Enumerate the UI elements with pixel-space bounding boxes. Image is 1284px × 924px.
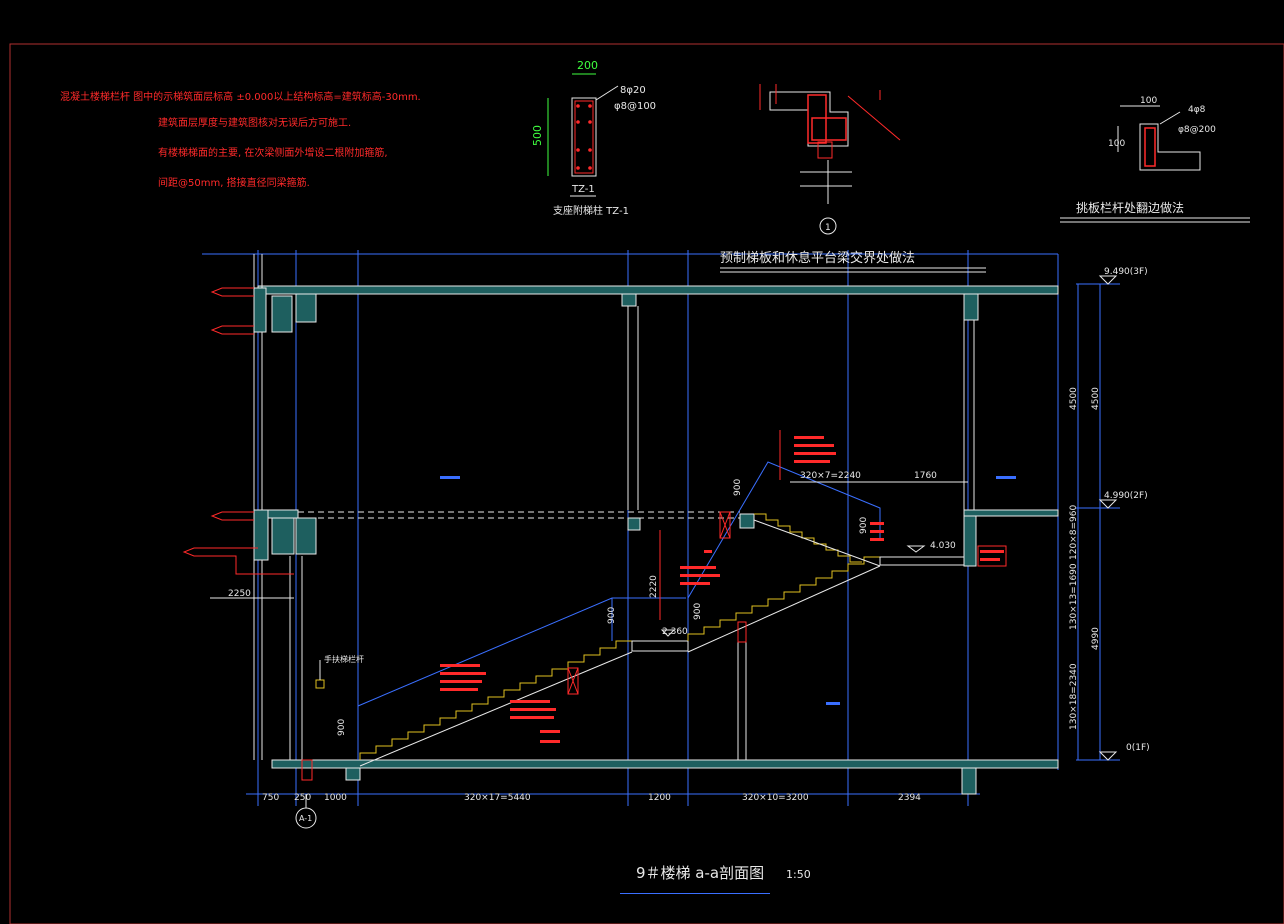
- column-section-detail: [547, 73, 619, 197]
- hdim-250: 250: [294, 793, 311, 803]
- slab-mid: [257, 509, 1059, 567]
- dim-900d: 900: [607, 607, 617, 624]
- note-line-3: 有楼梯梯面的主要, 在次梁侧面外增设二根附加箍筋,: [158, 148, 388, 159]
- note-line-2: 建筑面层厚度与建筑图核对无误后方可施工.: [158, 118, 352, 129]
- drawing-title: 9＃楼梯 a-a剖面图: [636, 864, 765, 882]
- edge-dim-1: 100: [1140, 96, 1157, 106]
- note-line-1: 混凝土楼梯栏杆 图中的示梯筑面层标高 ±0.000以上结构标高=建筑标高-30m…: [60, 92, 421, 103]
- left-wall: [253, 254, 303, 760]
- vdim-960: 120×8=960: [1069, 505, 1079, 560]
- upper-flight-dim: 320×7=2240: [800, 471, 861, 481]
- column-rebar-main: 8φ20: [620, 85, 646, 96]
- edge-caption: 挑板栏杆处翻边做法: [1076, 200, 1184, 215]
- edge-rebar-2: φ8@200: [1178, 125, 1216, 135]
- title-underline: [620, 893, 770, 894]
- right-landing: [879, 556, 965, 566]
- axis-tag: A-1: [299, 814, 312, 823]
- edge-rebar-1: 4φ8: [1188, 105, 1206, 115]
- upper-landing-dim: 1760: [914, 471, 937, 481]
- vdim-1690: 130×13=1690: [1069, 563, 1079, 630]
- hdim-2394: 2394: [898, 793, 921, 803]
- dim-900e: 900: [337, 719, 347, 736]
- level-landing-right: 4.030: [930, 541, 956, 551]
- dim-900c: 900: [693, 603, 703, 620]
- level-mid: 4.990(2F): [1104, 491, 1148, 501]
- column-label: TZ-1: [571, 184, 595, 195]
- lower-flight: [359, 640, 632, 760]
- vdim-4500a: 4500: [1069, 387, 1079, 410]
- node-detail: [759, 84, 901, 235]
- dim-2220: 2220: [649, 575, 659, 598]
- node-number: 1: [825, 223, 831, 233]
- drawing-scale: 1:50: [786, 868, 811, 881]
- column-rebar-stirrup: φ8@100: [614, 101, 656, 112]
- vdim-4990: 4990: [1091, 627, 1101, 650]
- level-top: 9.490(3F): [1104, 267, 1148, 277]
- slab-top: [257, 285, 1059, 323]
- hdim-5440: 320×17=5440: [464, 793, 531, 803]
- level-bottom: 0(1F): [1126, 743, 1150, 753]
- hdim-1000: 1000: [324, 793, 347, 803]
- edge-dim-2: 100: [1108, 139, 1125, 149]
- vdim-2340: 130×18=2340: [1069, 663, 1079, 730]
- hdim-1200: 1200: [648, 793, 671, 803]
- node-title: 预制梯板和休息平台梁交界处做法: [720, 250, 915, 266]
- mid-landing: [631, 640, 689, 652]
- inner-columns: [627, 306, 975, 760]
- middle-flight: [687, 556, 880, 641]
- note-line-4: 间距@50mm, 搭接直径同梁箍筋.: [158, 178, 310, 189]
- column-dim-top: 200: [577, 59, 598, 72]
- room-labels: [440, 476, 1016, 705]
- column-caption: 支座附梯柱 TZ-1: [553, 204, 629, 217]
- dim-900a: 900: [733, 479, 743, 496]
- stair-section-drawing: 200 500 8φ20 φ8@100 TZ-1 支座附梯柱 TZ-1 1 10…: [9, 43, 1284, 924]
- dim-900b: 900: [859, 517, 869, 534]
- vertical-dims: 4500 4500 120×8=960 130×13=1690 4990 130…: [1069, 387, 1101, 730]
- handrail-label: 手扶梯栏杆: [324, 654, 364, 664]
- vdim-4500b: 4500: [1091, 387, 1101, 410]
- hdim-750: 750: [262, 793, 279, 803]
- handrail-lines: [357, 461, 881, 760]
- upper-flight: [754, 513, 862, 563]
- level-landing-mid: 2.360: [662, 627, 688, 637]
- slab-bottom: [271, 759, 1059, 795]
- hdim-3200: 320×10=3200: [742, 793, 809, 803]
- column-dim-side: 500: [531, 125, 544, 146]
